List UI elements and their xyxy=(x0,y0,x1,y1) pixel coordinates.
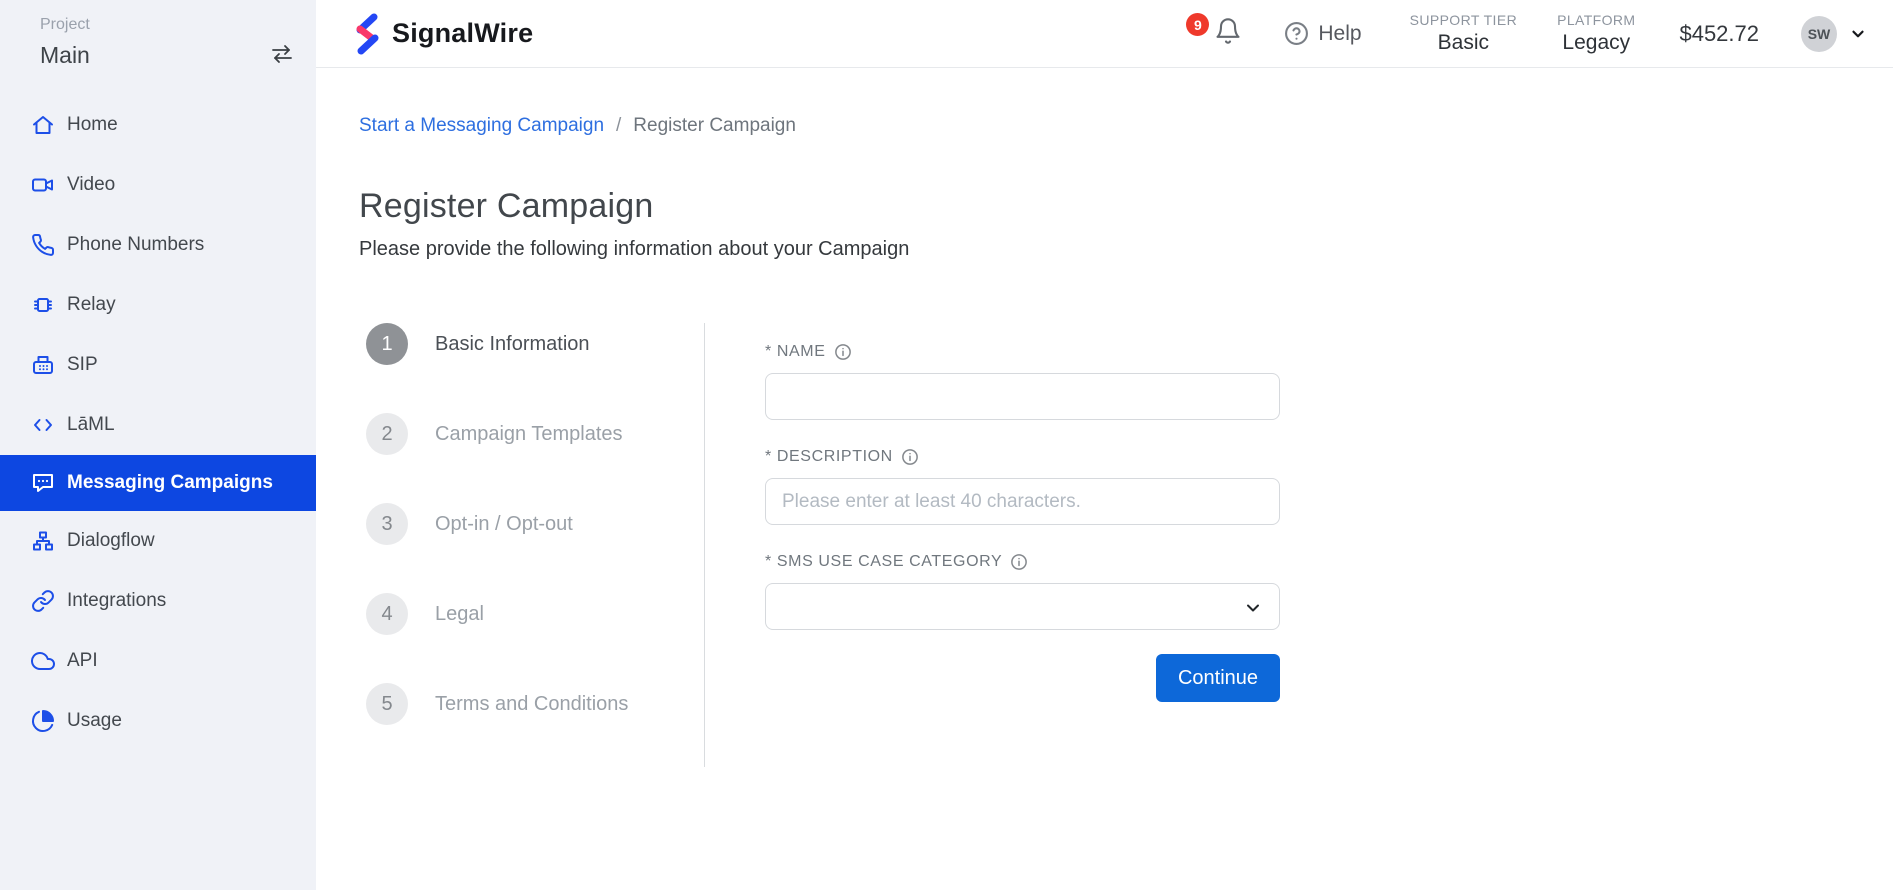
page-subtitle: Please provide the following information… xyxy=(359,238,1893,261)
step-basic-information[interactable]: 1 Basic Information xyxy=(366,323,704,365)
user-menu-chevron-icon[interactable] xyxy=(1849,25,1867,43)
info-icon[interactable] xyxy=(901,448,919,466)
main-content: Start a Messaging Campaign / Register Ca… xyxy=(316,69,1893,890)
sms-use-case-category-label: * SMS USE CASE CATEGORY xyxy=(765,553,1280,571)
code-icon xyxy=(31,413,55,437)
breadcrumb-current: Register Campaign xyxy=(633,115,796,137)
breadcrumb-separator: / xyxy=(616,115,621,137)
step-label: Opt-in / Opt-out xyxy=(435,513,573,536)
chat-icon xyxy=(31,471,55,495)
sms-use-case-category-select[interactable] xyxy=(765,583,1280,630)
project-label: Project xyxy=(40,16,90,34)
page-title: Register Campaign xyxy=(359,187,1893,226)
bell-icon xyxy=(1214,17,1242,50)
info-icon[interactable] xyxy=(834,343,852,361)
avatar[interactable]: SW xyxy=(1801,16,1837,52)
link-icon xyxy=(31,589,55,613)
step-number: 3 xyxy=(366,503,408,545)
breadcrumb-link[interactable]: Start a Messaging Campaign xyxy=(359,115,604,137)
basic-information-form: * NAME * DESCRIPTION xyxy=(765,323,1280,773)
form-actions: Continue xyxy=(765,654,1280,702)
step-terms-and-conditions[interactable]: 5 Terms and Conditions xyxy=(366,683,704,725)
name-label: * NAME xyxy=(765,343,1280,361)
step-number: 5 xyxy=(366,683,408,725)
project-switcher: Project Main xyxy=(0,0,316,69)
sidebar-item-l-ml[interactable]: LāML xyxy=(0,395,316,455)
relay-icon xyxy=(31,293,55,317)
notification-badge: 9 xyxy=(1186,13,1209,36)
sidebar-item-relay[interactable]: Relay xyxy=(0,275,316,335)
step-label: Legal xyxy=(435,603,484,626)
sidebar-item-messaging-campaigns[interactable]: Messaging Campaigns xyxy=(0,455,316,511)
sidebar-item-phone-numbers[interactable]: Phone Numbers xyxy=(0,215,316,275)
phone-icon xyxy=(31,233,55,257)
sip-icon xyxy=(31,353,55,377)
pie-icon xyxy=(31,709,55,733)
switch-project-icon[interactable] xyxy=(270,44,294,69)
sidebar-item-usage[interactable]: Usage xyxy=(0,691,316,751)
topbar: SignalWire 9 xyxy=(316,0,1893,68)
project-name: Main xyxy=(40,42,90,69)
step-number: 2 xyxy=(366,413,408,455)
sidebar-item-sip[interactable]: SIP xyxy=(0,335,316,395)
flow-icon xyxy=(31,529,55,553)
topbar-right: 9 Help SU xyxy=(1186,12,1867,55)
description-input[interactable] xyxy=(765,478,1280,525)
platform-label: PLATFORM xyxy=(1557,12,1635,28)
continue-button[interactable]: Continue xyxy=(1156,654,1280,702)
step-label: Basic Information xyxy=(435,333,590,356)
description-label: * DESCRIPTION xyxy=(765,448,1280,466)
step-opt-in-opt-out[interactable]: 3 Opt-in / Opt-out xyxy=(366,503,704,545)
support-tier-block: SUPPORT TIER Basic xyxy=(1410,12,1518,55)
platform-block: PLATFORM Legacy xyxy=(1557,12,1635,55)
cloud-icon xyxy=(31,649,55,673)
help-icon xyxy=(1284,21,1309,46)
sidebar-item-integrations[interactable]: Integrations xyxy=(0,571,316,631)
step-label: Terms and Conditions xyxy=(435,693,628,716)
sidebar-item-home[interactable]: Home xyxy=(0,95,316,155)
stepper: 1 Basic Information 2 Campaign Templates… xyxy=(359,323,704,773)
step-legal[interactable]: 4 Legal xyxy=(366,593,704,635)
sidebar-item-video[interactable]: Video xyxy=(0,155,316,215)
step-label: Campaign Templates xyxy=(435,423,623,446)
home-icon xyxy=(31,113,55,137)
brand[interactable]: SignalWire xyxy=(350,11,533,57)
project-info: Project Main xyxy=(40,16,90,69)
signalwire-logo-icon xyxy=(350,11,382,57)
help-label: Help xyxy=(1318,22,1361,46)
video-icon xyxy=(31,173,55,197)
info-icon[interactable] xyxy=(1010,553,1028,571)
sidebar-item-dialogflow[interactable]: Dialogflow xyxy=(0,511,316,571)
help-button[interactable]: Help xyxy=(1284,21,1361,46)
name-input[interactable] xyxy=(765,373,1280,420)
support-tier-value: Basic xyxy=(1410,31,1518,55)
sidebar-item-api[interactable]: API xyxy=(0,631,316,691)
wizard: 1 Basic Information 2 Campaign Templates… xyxy=(359,323,1893,773)
sidebar: Project Main Home Video Phone Numbers Re… xyxy=(0,0,316,890)
app-root: Project Main Home Video Phone Numbers Re… xyxy=(0,0,1893,890)
support-tier-label: SUPPORT TIER xyxy=(1410,12,1518,28)
brand-name: SignalWire xyxy=(392,18,533,49)
step-number: 4 xyxy=(366,593,408,635)
notifications-button[interactable]: 9 xyxy=(1186,17,1242,50)
step-number: 1 xyxy=(366,323,408,365)
stepper-divider xyxy=(704,323,705,767)
platform-value: Legacy xyxy=(1557,31,1635,55)
sidebar-nav: Home Video Phone Numbers Relay SIP LāML … xyxy=(0,95,316,751)
chevron-down-icon xyxy=(1243,598,1263,623)
breadcrumb: Start a Messaging Campaign / Register Ca… xyxy=(359,115,1893,137)
account-balance: $452.72 xyxy=(1679,21,1759,47)
step-campaign-templates[interactable]: 2 Campaign Templates xyxy=(366,413,704,455)
